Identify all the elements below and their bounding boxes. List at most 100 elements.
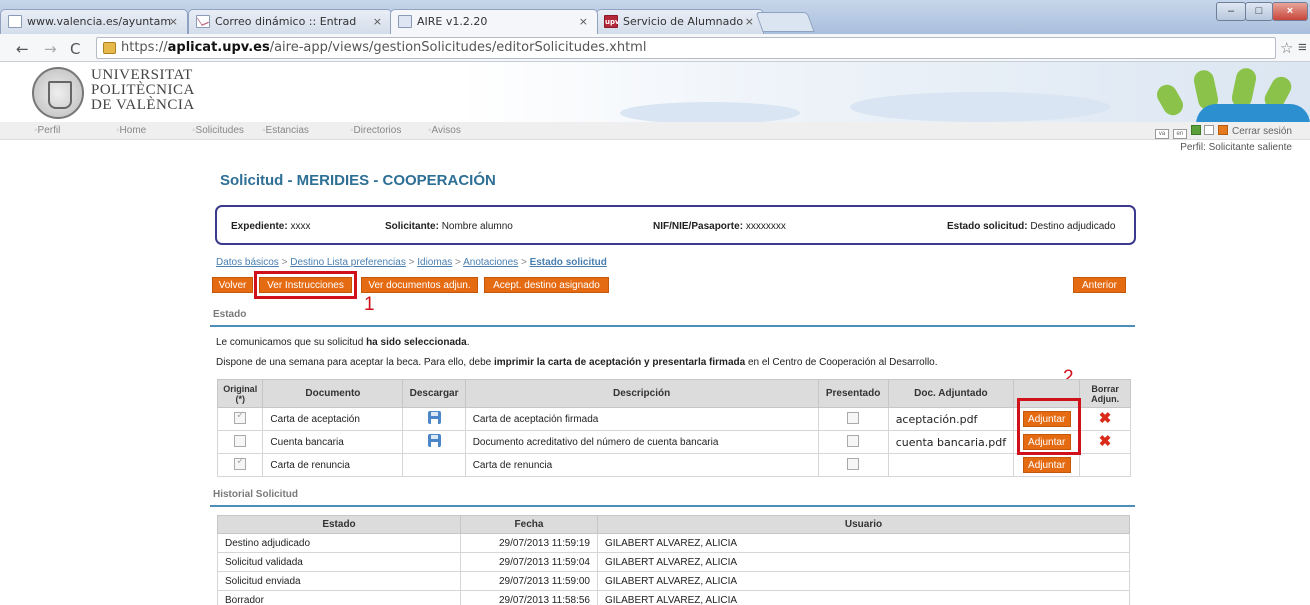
new-tab-button[interactable] [755, 12, 815, 32]
page-icon [8, 15, 22, 28]
bookmark-star-icon[interactable]: ☆ [1280, 39, 1293, 57]
tab-alumnado[interactable]: upv Servicio de Alumnado × [596, 9, 764, 34]
close-icon[interactable]: × [169, 15, 178, 28]
help-square-icon[interactable] [1204, 125, 1215, 135]
logout-icon [1218, 125, 1229, 135]
historial-section-header: Historial Solicitud [210, 489, 1135, 507]
msg2-suffix: en el Centro de Cooperación al Desarroll… [745, 357, 938, 368]
estado-cell: Destino adjudicado [217, 533, 461, 553]
university-line3: DE VALÈNCIA [91, 97, 195, 113]
usuario-cell: GILABERT ALVAREZ, ALICIA [597, 552, 1130, 572]
descripcion-cell: Carta de aceptación firmada [464, 407, 819, 431]
tab-aire[interactable]: AIRE v1.2.20 × [390, 9, 598, 34]
expediente-label: Expediente: [231, 221, 288, 232]
delete-x-icon[interactable]: ✖ [1099, 433, 1112, 450]
lang-va-icon[interactable]: va [1155, 129, 1170, 139]
mail-icon [196, 15, 210, 28]
maximize-icon: □ [1255, 5, 1263, 17]
breadcrumb-datos-basicos[interactable]: Datos básicos [216, 257, 279, 268]
nav-avisos[interactable]: Avisos [428, 125, 461, 136]
presentado-checkbox[interactable] [847, 457, 860, 470]
original-checkbox[interactable] [234, 456, 247, 470]
logout-link[interactable]: Cerrar sesión [1232, 126, 1292, 137]
estado-section-header: Estado [210, 309, 1135, 327]
breadcrumb-anotaciones[interactable]: Anotaciones [463, 257, 518, 268]
nav-home[interactable]: Home [116, 125, 147, 136]
upv-icon: upv [604, 15, 620, 28]
lock-icon [103, 42, 116, 54]
presentado-checkbox[interactable] [847, 434, 860, 447]
breadcrumb: Datos básicos > Destino Lista preferenci… [216, 257, 607, 268]
nav-estancias[interactable]: Estancias [262, 125, 309, 136]
anterior-button[interactable]: Anterior [1073, 277, 1126, 293]
descargar-cell [402, 407, 466, 431]
window-close-button[interactable]: × [1272, 2, 1308, 21]
borrar-cell: ✖ [1079, 407, 1131, 431]
col-descripcion: Descripción [464, 379, 819, 408]
original-checkbox[interactable] [234, 434, 247, 447]
solicitante-info: Solicitante: Nombre alumno [385, 221, 513, 232]
col-original: Original (*) [216, 379, 264, 408]
home-square-icon[interactable] [1190, 125, 1201, 135]
breadcrumb-estado-solicitud[interactable]: Estado solicitud [530, 257, 607, 268]
delete-x-icon[interactable]: ✖ [1099, 410, 1112, 427]
presentado-checkbox[interactable] [847, 411, 860, 424]
fecha-cell: 29/07/2013 11:59:00 [460, 571, 598, 591]
documento-cell: Carta de renuncia [262, 453, 404, 477]
forward-icon[interactable]: → [44, 40, 57, 58]
minimize-button[interactable]: – [1216, 2, 1246, 21]
presentado-cell [817, 407, 889, 431]
browser-tab-strip: www.valencia.es/ayuntam × Correo dinámic… [0, 0, 1310, 34]
tab-title: www.valencia.es/ayuntam [27, 15, 172, 28]
col-fecha: Fecha [460, 515, 598, 534]
original-checkbox[interactable] [234, 410, 247, 424]
solicitante-label: Solicitante: [385, 221, 439, 232]
aceptar-destino-button[interactable]: Acept. destino asignado [484, 277, 609, 293]
breadcrumb-destino[interactable]: Destino Lista preferencias [290, 257, 406, 268]
table-row: Destino adjudicado 29/07/2013 11:59:19 G… [217, 533, 1130, 553]
usuario-cell: GILABERT ALVAREZ, ALICIA [597, 533, 1130, 553]
close-icon[interactable]: × [579, 15, 588, 28]
download-floppy-icon[interactable] [427, 434, 441, 447]
university-seal-icon [32, 67, 84, 119]
adjuntar-button[interactable]: Adjuntar [1022, 457, 1071, 473]
nav-directorios[interactable]: Directorios [350, 125, 402, 136]
close-icon[interactable]: × [745, 15, 754, 28]
breadcrumb-separator: > [408, 257, 415, 268]
breadcrumb-idiomas[interactable]: Idiomas [417, 257, 452, 268]
tab-correo[interactable]: Correo dinámico :: Entrad × [188, 9, 392, 34]
col-estado: Estado [217, 515, 461, 534]
estado-label: Estado solicitud: [947, 221, 1028, 232]
tab-valencia[interactable]: www.valencia.es/ayuntam × [0, 9, 188, 34]
request-info-box: Expediente: xxxx Solicitante: Nombre alu… [215, 205, 1136, 245]
fecha-cell: 29/07/2013 11:59:04 [460, 552, 598, 572]
lang-en-icon[interactable]: en [1172, 129, 1187, 139]
adjuntado-cell: cuenta bancaria.pdf [887, 430, 1015, 454]
university-line2: POLITÈCNICA [91, 82, 195, 98]
highlight-box-1 [254, 271, 357, 299]
nav-solicitudes[interactable]: Solicitudes [192, 125, 244, 136]
download-floppy-icon[interactable] [427, 411, 441, 424]
main-nav: Perfil Home Solicitudes Estancias Direct… [0, 122, 1310, 140]
page-title: Solicitud - MERIDIES - COOPERACIÓN [220, 172, 496, 189]
reload-icon[interactable]: C [70, 40, 80, 58]
ver-documentos-button[interactable]: Ver documentos adjun. [361, 277, 478, 293]
maximize-button[interactable]: □ [1245, 2, 1273, 21]
descargar-cell [402, 453, 466, 477]
adjuntado-cell: aceptación.pdf [887, 407, 1015, 431]
nav-perfil[interactable]: Perfil [34, 125, 61, 136]
university-line1: UNIVERSITAT [91, 67, 193, 83]
url-input[interactable]: https://aplicat.upv.es/aire-app/views/ge… [96, 37, 1276, 59]
volver-button[interactable]: Volver [212, 277, 253, 293]
msg2-prefix: Dispone de una semana para aceptar la be… [216, 357, 494, 368]
university-name: UNIVERSITAT POLITÈCNICA DE VALÈNCIA [91, 68, 195, 113]
menu-icon[interactable]: ≡ [1298, 39, 1307, 56]
original-cell [216, 453, 264, 477]
selection-message: Le comunicamos que su solicitud ha sido … [216, 337, 469, 348]
fecha-cell: 29/07/2013 11:58:56 [460, 590, 598, 605]
instructions-message: Dispone de una semana para aceptar la be… [216, 357, 938, 368]
breadcrumb-separator: > [520, 257, 527, 268]
close-icon[interactable]: × [373, 15, 382, 28]
back-icon[interactable]: ← [16, 40, 29, 58]
estado-value: Destino adjudicado [1030, 221, 1116, 232]
